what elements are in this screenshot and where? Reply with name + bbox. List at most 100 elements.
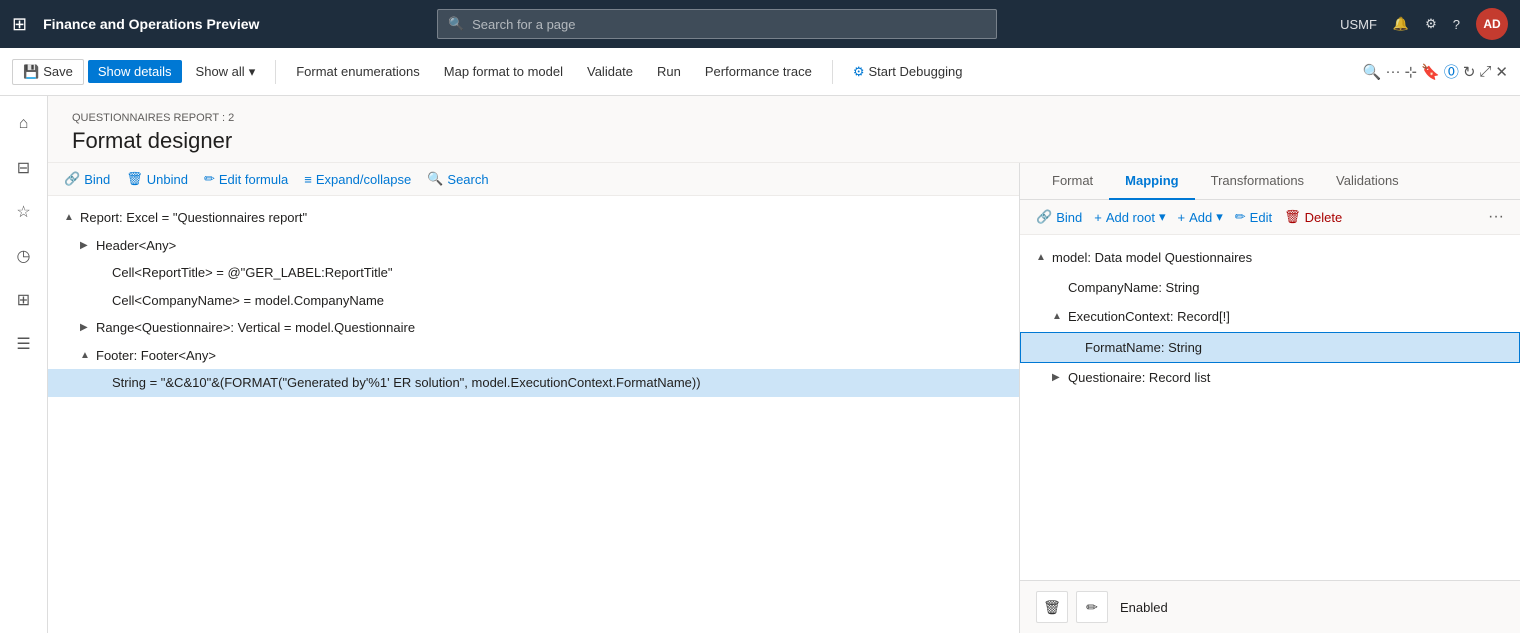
show-details-button[interactable]: Show details [88,60,182,83]
search-toolbar-icon[interactable]: 🔍 [1363,63,1382,81]
tree-item[interactable]: ▶ Range<Questionnaire>: Vertical = model… [48,314,1019,342]
sidebar-recent-icon[interactable]: ◷ [4,236,44,276]
main-toolbar: 💾 Save Show details Show all ▾ Format en… [0,48,1520,96]
sidebar-workspace-icon[interactable]: ⊞ [4,280,44,320]
tree-item[interactable]: Cell<CompanyName> = model.CompanyName [48,287,1019,315]
more-options-icon[interactable]: ··· [1488,208,1504,226]
app-title: Finance and Operations Preview [43,16,259,32]
mapping-item-selected[interactable]: FormatName: String [1020,332,1520,364]
map-format-to-model-button[interactable]: Map format to model [434,60,573,83]
expand-icon: ▲ [1052,309,1064,324]
delete-button[interactable]: 🗑 Delete [1284,209,1342,225]
designer-area: 🔗 Bind 🗑 Unbind ✏ Edit formula ≡ Expand/… [48,163,1520,633]
expand-icon: ▲ [1036,250,1048,265]
bind-button[interactable]: 🔗 Bind [64,171,110,187]
sidebar-list-icon[interactable]: ☰ [4,324,44,364]
edit-formula-button[interactable]: ✏ Edit formula [204,171,288,187]
tree-item[interactable]: Cell<ReportTitle> = @"GER_LABEL:ReportTi… [48,259,1019,287]
toolbar-separator-2 [832,60,833,84]
main-layout: ⌂ ⊟ ☆ ◷ ⊞ ☰ QUESTIONNAIRES REPORT : 2 Fo… [0,96,1520,633]
more-options-icon[interactable]: ··· [1386,63,1401,80]
expand-icon: ▶ [80,238,92,253]
performance-trace-button[interactable]: Performance trace [695,60,822,83]
sidebar-favorites-icon[interactable]: ☆ [4,192,44,232]
sidebar-home-icon[interactable]: ⌂ [4,104,44,144]
chevron-down-icon: ▾ [249,64,256,80]
edit-bottom-button[interactable]: ✏ [1076,591,1108,623]
unlink-icon: 🗑 [126,171,143,187]
help-icon[interactable]: ? [1453,17,1460,32]
debug-icon: ⚙ [853,64,865,80]
toolbar-separator-1 [275,60,276,84]
tree-item-selected[interactable]: String = "&C&10"&(FORMAT("Generated by'%… [48,369,1019,397]
show-all-button[interactable]: Show all ▾ [186,60,266,84]
breadcrumb: QUESTIONNAIRES REPORT : 2 [72,112,1496,124]
validate-button[interactable]: Validate [577,60,643,83]
search-placeholder: Search for a page [472,17,575,32]
mapping-tabs: Format Mapping Transformations Validatio… [1020,163,1520,200]
global-search[interactable]: 🔍 Search for a page [437,9,997,39]
content-area: QUESTIONNAIRES REPORT : 2 Format designe… [48,96,1520,633]
format-enumerations-button[interactable]: Format enumerations [286,60,430,83]
tab-validations[interactable]: Validations [1320,163,1415,200]
top-nav-right: USMF 🔔 ⚙ ? AD [1340,8,1508,40]
panel-toolbar: 🔗 Bind 🗑 Unbind ✏ Edit formula ≡ Expand/… [48,163,1019,196]
mapping-item[interactable]: ▶ Questionaire: Record list [1020,363,1520,393]
plus-icon: + [1178,210,1186,225]
refresh-icon[interactable]: ↻ [1463,63,1476,81]
edit-button[interactable]: ✏ Edit [1235,209,1272,225]
mapping-item[interactable]: ▲ ExecutionContext: Record[!] [1020,302,1520,332]
tree-item[interactable]: ▶ Header<Any> [48,232,1019,260]
link-icon: 🔗 [1036,209,1052,225]
tree-item[interactable]: ▲ Report: Excel = "Questionnaires report… [48,204,1019,232]
split-icon[interactable]: ⊹ [1405,63,1418,81]
search-icon: 🔍 [427,171,443,187]
expand-icon: ▶ [80,320,92,335]
chevron-down-icon: ▾ [1159,209,1166,225]
search-icon: 🔍 [448,16,464,32]
tab-transformations[interactable]: Transformations [1195,163,1320,200]
mapping-tree: ▲ model: Data model Questionnaires Compa… [1020,235,1520,580]
add-button[interactable]: + Add ▾ [1178,209,1223,225]
tab-mapping[interactable]: Mapping [1109,163,1194,200]
top-navigation: ⊞ Finance and Operations Preview 🔍 Searc… [0,0,1520,48]
format-panel: 🔗 Bind 🗑 Unbind ✏ Edit formula ≡ Expand/… [48,163,1020,633]
expand-icon: ▲ [64,210,76,225]
plus-icon: + [1094,210,1102,225]
start-debugging-button[interactable]: ⚙ Start Debugging [843,60,973,84]
expand-collapse-button[interactable]: ≡ Expand/collapse [304,172,411,187]
notification-icon[interactable]: 🔔 [1393,16,1409,32]
save-icon: 💾 [23,64,39,80]
close-icon[interactable]: ✕ [1495,63,1508,81]
expand-icon: ▲ [80,348,92,363]
settings-icon[interactable]: ⚙ [1425,16,1437,32]
tree-item[interactable]: ▲ Footer: Footer<Any> [48,342,1019,370]
badge-icon[interactable]: ⓪ [1444,61,1459,82]
bookmark-icon[interactable]: 🔖 [1421,63,1440,81]
run-button[interactable]: Run [647,60,691,83]
mapping-item[interactable]: ▲ model: Data model Questionnaires [1020,243,1520,273]
trash-icon: 🗑 [1284,209,1301,225]
chevron-down-icon: ▾ [1216,209,1223,225]
sidebar-filter-icon[interactable]: ⊟ [4,148,44,188]
mapping-bind-button[interactable]: 🔗 Bind [1036,209,1082,225]
expand-icon[interactable]: ⤢ [1479,63,1491,80]
delete-bottom-button[interactable]: 🗑 [1036,591,1068,623]
add-root-button[interactable]: + Add root ▾ [1094,209,1165,225]
unbind-button[interactable]: 🗑 Unbind [126,171,188,187]
pencil-icon: ✏ [204,171,215,187]
mapping-toolbar: 🔗 Bind + Add root ▾ + Add ▾ ✏ [1020,200,1520,235]
search-button[interactable]: 🔍 Search [427,171,488,187]
expand-icon: ≡ [304,172,312,187]
mapping-panel: Format Mapping Transformations Validatio… [1020,163,1520,633]
sidebar: ⌂ ⊟ ☆ ◷ ⊞ ☰ [0,96,48,633]
save-button[interactable]: 💾 Save [12,59,84,85]
toolbar-right: 🔍 ··· ⊹ 🔖 ⓪ ↻ ⤢ ✕ [1363,61,1508,82]
user-label: USMF [1340,17,1377,32]
status-label: Enabled [1120,600,1168,615]
tab-format[interactable]: Format [1036,163,1109,200]
mapping-item[interactable]: CompanyName: String [1020,273,1520,303]
apps-icon[interactable]: ⊞ [12,14,27,35]
format-tree: ▲ Report: Excel = "Questionnaires report… [48,196,1019,633]
avatar[interactable]: AD [1476,8,1508,40]
